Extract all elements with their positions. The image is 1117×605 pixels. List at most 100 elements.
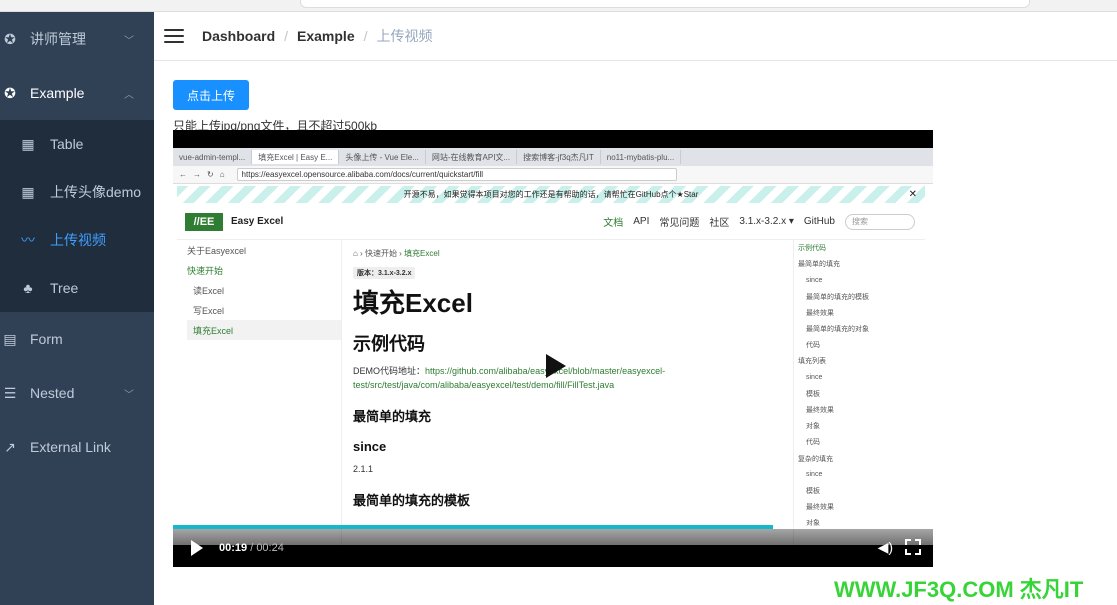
sidebar-item-label: 上传头像demo bbox=[50, 184, 142, 200]
toc-item: 最简单的填充 bbox=[798, 261, 840, 269]
toc-item: 最简单的填充的模板 bbox=[806, 293, 869, 301]
duration: / 00:24 bbox=[250, 542, 284, 554]
sidebar-item-external-link[interactable]: ↗ External Link bbox=[0, 420, 154, 474]
toc-item: 最终效果 bbox=[806, 504, 834, 512]
example-submenu: ▦ Table ▦ 上传头像demo 〰 上传视频 ♣ Tree bbox=[0, 120, 154, 312]
video-icon: 〰 bbox=[21, 232, 35, 248]
sidebar-item-example[interactable]: ✪ Example ︿ bbox=[0, 66, 154, 120]
close-icon: ✕ bbox=[908, 189, 917, 200]
site-nav-item: GitHub bbox=[803, 216, 835, 227]
doc-heading: 最简单的填充 bbox=[353, 409, 432, 424]
left-nav-group: 快速开始 bbox=[187, 265, 224, 276]
address-bar-edge bbox=[300, 0, 1030, 8]
gear-icon: ✪ bbox=[4, 30, 16, 47]
tree-icon: ♣ bbox=[23, 280, 33, 296]
table-icon: ▦ bbox=[21, 135, 35, 152]
big-play-icon[interactable] bbox=[546, 354, 566, 378]
sidebar-item-label: External Link bbox=[30, 439, 111, 455]
browser-top-strip bbox=[0, 0, 1117, 12]
site-nav-item: 文档 bbox=[603, 218, 624, 229]
doc-heading: 最简单的填充的模板 bbox=[353, 493, 471, 508]
banner-text: 开源不易，如果觉得本项目对您的工作还是有帮助的话，请帮忙在GitHub点个★St… bbox=[403, 190, 699, 199]
fullscreen-icon[interactable] bbox=[905, 539, 921, 555]
toc-item: since bbox=[806, 471, 823, 479]
site-nav-item: 常见问题 bbox=[659, 218, 700, 229]
doc-crumb: 快速开始 bbox=[364, 249, 397, 258]
sidebar-item-label: Form bbox=[30, 331, 63, 347]
play-icon[interactable] bbox=[191, 540, 203, 556]
toc-item: 最简单的填充的对象 bbox=[806, 326, 869, 334]
recorded-tab: 搜索博客-jf3q杰凡IT bbox=[517, 150, 601, 164]
sidebar-item-label: Example bbox=[30, 85, 85, 101]
sidebar: ✪ 讲师管理 ﹀ ✪ Example ︿ ▦ Table ▦ 上传头像demo … bbox=[0, 12, 154, 605]
left-nav-item: 关于Easyexcel bbox=[187, 245, 247, 256]
demo-label: DEMO代码地址： bbox=[353, 366, 426, 376]
toc-item: 最终效果 bbox=[806, 309, 834, 317]
recorded-tab: 头像上传 - Vue Ele... bbox=[339, 150, 426, 164]
toc-item: 最终效果 bbox=[806, 406, 834, 414]
site-name: Easy Excel bbox=[231, 216, 284, 227]
volume-icon[interactable]: ◀) bbox=[878, 539, 893, 556]
recorded-star-banner: 开源不易，如果觉得本项目对您的工作还是有帮助的话，请帮忙在GitHub点个★St… bbox=[177, 186, 925, 203]
sidebar-item-avatar-demo[interactable]: ▦ 上传头像demo bbox=[0, 168, 154, 216]
watermark: WWW.JF3Q.COM 杰凡IT bbox=[834, 577, 1084, 602]
upload-button[interactable]: 点击上传 bbox=[173, 80, 249, 110]
toc-item: 填充列表 bbox=[798, 358, 826, 366]
browser-nav-icons: ←→↻⌂ bbox=[179, 170, 231, 179]
sidebar-item-table[interactable]: ▦ Table bbox=[0, 120, 154, 168]
since-value: 2.1.1 bbox=[353, 464, 374, 474]
recorded-tab: vue-admin-templ... bbox=[173, 150, 253, 164]
sidebar-item-upload-video[interactable]: 〰 上传视频 bbox=[0, 216, 154, 264]
demo-paragraph: DEMO代码地址：https://github.com/alibaba/easy… bbox=[353, 364, 783, 392]
nested-list-icon: ☰ bbox=[3, 384, 17, 401]
breadcrumb-separator: / bbox=[363, 28, 368, 44]
recorded-tab: 填充Excel | Easy E... bbox=[252, 150, 340, 164]
home-icon: ⌂ › bbox=[353, 249, 365, 258]
toc-item: 模板 bbox=[806, 390, 820, 398]
video-frame: vue-admin-templ... 填充Excel | Easy E... 头… bbox=[173, 148, 933, 545]
sidebar-item-tree[interactable]: ♣ Tree bbox=[0, 264, 154, 312]
video-time: 00:19 / 00:24 bbox=[219, 542, 284, 554]
recorded-toc: 示例代码 最简单的填充 since 最简单的填充的模板 最终效果 最简单的填充的… bbox=[793, 240, 915, 545]
sidebar-item-label: Tree bbox=[50, 280, 79, 296]
gear-icon: ✪ bbox=[4, 84, 16, 101]
hamburger-icon[interactable] bbox=[164, 25, 184, 47]
toc-item: 代码 bbox=[806, 439, 820, 447]
doc-crumb: 填充Excel bbox=[404, 249, 440, 258]
sidebar-item-label: 讲师管理 bbox=[30, 31, 86, 47]
recorded-url: https://easyexcel.opensource.alibaba.com… bbox=[236, 168, 677, 181]
table-icon: ▦ bbox=[21, 183, 35, 200]
sidebar-item-label: Nested bbox=[30, 385, 75, 401]
sidebar-item-label: 上传视频 bbox=[50, 232, 106, 248]
toc-item: since bbox=[806, 374, 823, 382]
version-badge: 版本：3.1.x-3.2.x bbox=[353, 267, 416, 279]
sidebar-item-nested[interactable]: ☰ Nested ﹀ bbox=[0, 366, 154, 420]
breadcrumb-dashboard[interactable]: Dashboard bbox=[202, 28, 275, 44]
doc-heading: since bbox=[353, 439, 387, 454]
navbar: Dashboard / Example / 上传视频 bbox=[154, 12, 1117, 61]
breadcrumb-example[interactable]: Example bbox=[297, 28, 355, 44]
form-icon: ▤ bbox=[3, 330, 17, 347]
recorded-doc: ⌂ › 快速开始 › 填充Excel 版本：3.1.x-3.2.x 填充Exce… bbox=[353, 240, 783, 545]
site-nav-item: 社区 bbox=[709, 218, 730, 229]
video-controls: 00:19 / 00:24 ◀) bbox=[173, 529, 933, 567]
left-nav-item: 写Excel bbox=[193, 305, 225, 316]
breadcrumb-separator: / bbox=[284, 28, 289, 44]
doc-title: 填充Excel bbox=[353, 288, 473, 318]
recorded-tab: 网站-在线教育API文... bbox=[426, 150, 518, 164]
sidebar-item-lecturer[interactable]: ✪ 讲师管理 ﹀ bbox=[0, 12, 154, 66]
recorded-address-bar: ←→↻⌂ https://easyexcel.opensource.alibab… bbox=[173, 166, 933, 184]
sidebar-item-form[interactable]: ▤ Form bbox=[0, 312, 154, 366]
left-nav-item: 读Excel bbox=[193, 285, 225, 296]
site-nav-item: 3.1.x-3.2.x ▾ bbox=[739, 216, 794, 227]
external-link-icon: ↗ bbox=[4, 438, 16, 455]
recorded-browser-tabs: vue-admin-templ... 填充Excel | Easy E... 头… bbox=[173, 148, 933, 166]
video-player[interactable]: vue-admin-templ... 填充Excel | Easy E... 头… bbox=[173, 130, 933, 567]
chevron-up-icon: ︿ bbox=[124, 89, 134, 101]
current-time: 00:19 bbox=[219, 542, 248, 554]
recorded-left-nav: 关于Easyexcel 快速开始 读Excel 写Excel 填充Excel bbox=[187, 240, 342, 545]
toc-item: 复杂的填充 bbox=[798, 455, 833, 463]
toc-item: 示例代码 bbox=[798, 245, 826, 253]
toc-item: 对象 bbox=[806, 423, 820, 431]
chevron-down-icon: ﹀ bbox=[124, 389, 134, 401]
